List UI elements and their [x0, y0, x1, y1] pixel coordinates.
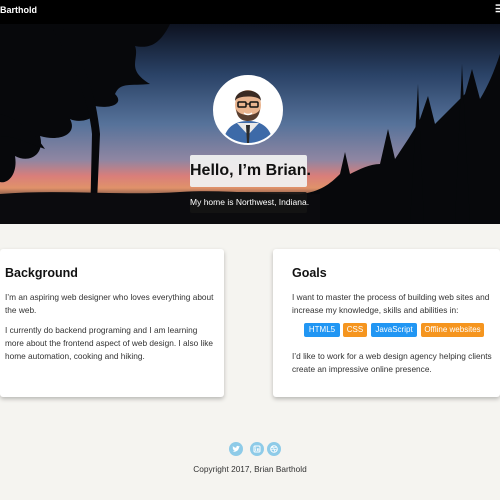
brand-name[interactable]: Barthold [0, 5, 37, 15]
linkedin-icon[interactable] [250, 442, 264, 456]
avatar-illustration [215, 77, 281, 143]
skill-tag-offline-websites: Offline websites [421, 323, 484, 337]
menu-icon[interactable]: ☰ [495, 4, 500, 18]
hero-subtitle: My home is Northwest, Indiana. [190, 192, 309, 213]
skill-tag-css: CSS [343, 323, 367, 337]
dribbble-icon[interactable] [267, 442, 281, 456]
background-paragraph-1: I’m an aspiring web designer who loves e… [5, 292, 214, 315]
goals-paragraph-1: I want to master the process of building… [292, 292, 490, 315]
skill-tag-html5: HTML5 [304, 323, 340, 337]
twitter-icon[interactable] [229, 442, 243, 456]
skill-tag-javascript: JavaScript [371, 323, 417, 337]
goals-heading: Goals [292, 266, 327, 280]
background-paragraph-2: I currently do backend programing and I … [5, 325, 214, 361]
avatar [213, 75, 283, 145]
hero-title: Hello, I’m Brian. [190, 155, 311, 187]
hero-banner: Hello, I’m Brian. My home is Northwest, … [0, 24, 500, 224]
skill-tags: HTML5 CSS JavaScript Offline websites [304, 323, 494, 337]
background-card: Background I’m an aspiring web designer … [0, 249, 224, 397]
goals-paragraph-2: I’d like to work for a web design agency… [292, 351, 492, 374]
top-navbar: Barthold ☰ [0, 0, 500, 24]
background-heading: Background [5, 266, 78, 280]
copyright-text: Copyright 2017, Brian Barthold [193, 464, 307, 474]
goals-card: Goals I want to master the process of bu… [273, 249, 500, 397]
